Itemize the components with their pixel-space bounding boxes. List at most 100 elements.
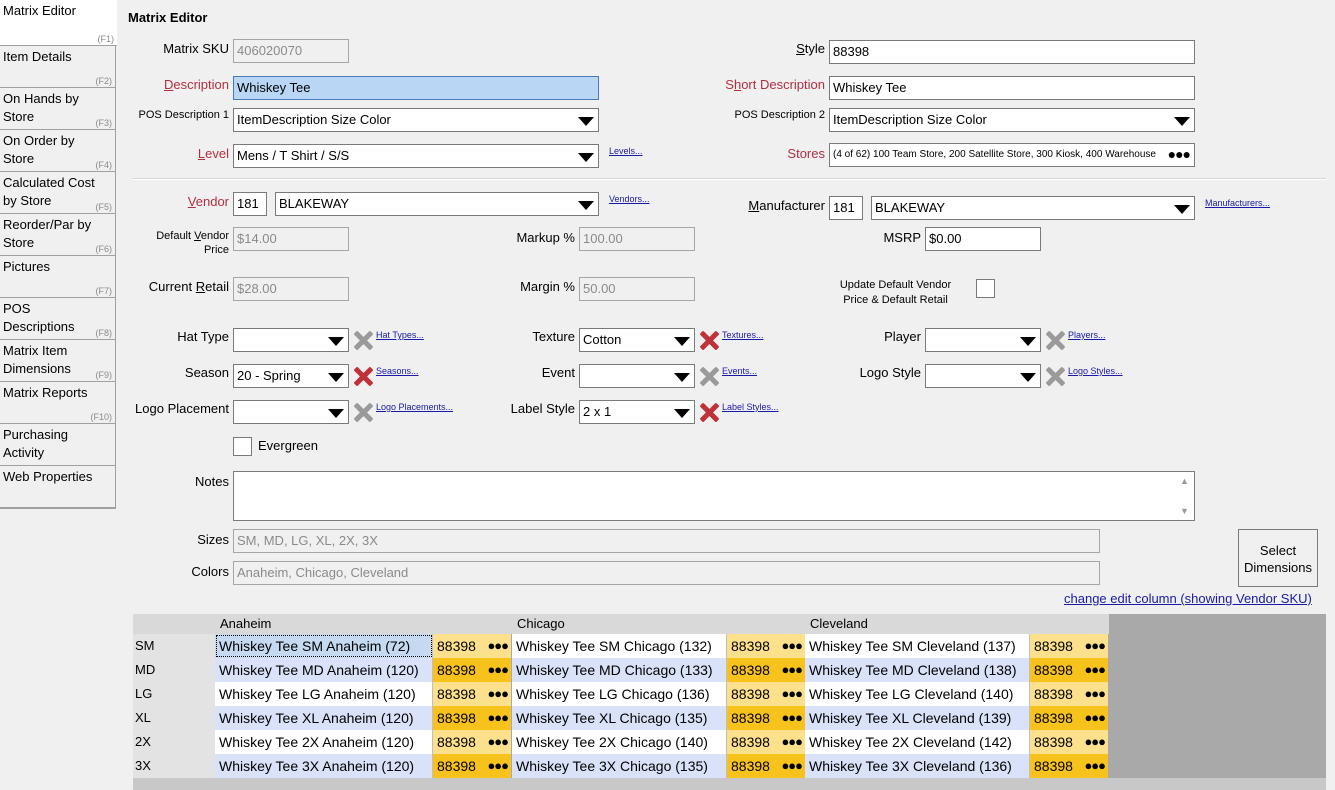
more-icon[interactable]: ●●●	[1084, 658, 1106, 682]
more-icon[interactable]: ●●●	[487, 730, 509, 754]
grid-cell-description[interactable]: Whiskey Tee MD Anaheim (120)	[215, 658, 433, 682]
grid-cell-description[interactable]: Whiskey Tee XL Chicago (135)	[512, 706, 727, 730]
more-icon[interactable]: ●●●	[781, 730, 803, 754]
manufacturer-code-field[interactable]: 181	[829, 196, 863, 220]
more-icon[interactable]: ●●●	[1084, 730, 1106, 754]
clear-logo-placement-icon[interactable]	[353, 402, 373, 422]
grid-cell-sku[interactable]: 88398 ●●●	[433, 682, 512, 706]
grid-cell-sku[interactable]: 88398 ●●●	[1030, 754, 1109, 778]
grid-cell-description[interactable]: Whiskey Tee SM Chicago (132)	[512, 634, 727, 658]
level-select[interactable]: Mens / T Shirt / S/S	[233, 144, 599, 168]
player-select[interactable]	[925, 328, 1041, 352]
texture-select[interactable]: Cotton	[579, 328, 695, 352]
grid-cell-description[interactable]: Whiskey Tee LG Anaheim (120)	[215, 682, 433, 706]
grid-cell-sku[interactable]: 88398 ●●●	[727, 706, 806, 730]
more-icon[interactable]: ●●●	[781, 682, 803, 706]
more-icon[interactable]: ●●●	[487, 754, 509, 778]
grid-cell-sku[interactable]: 88398 ●●●	[727, 634, 806, 658]
grid-cell-description[interactable]: Whiskey Tee LG Cleveland (140)	[805, 682, 1030, 706]
logo-placements-link[interactable]: Logo Placements...	[376, 402, 453, 412]
grid-cell-description[interactable]: Whiskey Tee MD Cleveland (138)	[805, 658, 1030, 682]
logo-style-select[interactable]	[925, 364, 1041, 388]
notes-field[interactable]: ▲ ▼	[233, 471, 1195, 521]
more-icon[interactable]: ●●●	[487, 658, 509, 682]
update-default-checkbox[interactable]	[976, 279, 995, 298]
vendor-code-field[interactable]: 181	[233, 192, 267, 216]
levels-link[interactable]: Levels...	[609, 146, 643, 156]
sidebar-tab[interactable]: Matrix Item Dimensions (F9)	[0, 340, 116, 382]
hat-type-select[interactable]	[233, 328, 349, 352]
more-icon[interactable]: ●●●	[1084, 682, 1106, 706]
grid-cell-description[interactable]: Whiskey Tee LG Chicago (136)	[512, 682, 727, 706]
grid-cell-sku[interactable]: 88398 ●●●	[433, 754, 512, 778]
stores-field[interactable]: (4 of 62) 100 Team Store, 200 Satellite …	[829, 143, 1195, 167]
evergreen-checkbox[interactable]	[233, 437, 252, 456]
grid-cell-description[interactable]: Whiskey Tee 3X Anaheim (120)	[215, 754, 433, 778]
manufacturer-select[interactable]: BLAKEWAY	[871, 196, 1195, 220]
grid-cell-description[interactable]: Whiskey Tee SM Cleveland (137)	[805, 634, 1030, 658]
logo-styles-link[interactable]: Logo Styles...	[1068, 366, 1123, 376]
grid-cell-description[interactable]: Whiskey Tee XL Cleveland (139)	[805, 706, 1030, 730]
scroll-up-icon[interactable]: ▲	[1180, 477, 1189, 486]
more-icon[interactable]: ●●●	[781, 634, 803, 658]
clear-logo-style-icon[interactable]	[1045, 366, 1065, 386]
sidebar-tab[interactable]: Matrix Reports (F10)	[0, 382, 116, 424]
msrp-field[interactable]: $0.00	[925, 227, 1041, 251]
vendors-link[interactable]: Vendors...	[609, 194, 650, 204]
more-icon[interactable]: ●●●	[487, 634, 509, 658]
grid-cell-sku[interactable]: 88398 ●●●	[727, 658, 806, 682]
grid-cell-description[interactable]: Whiskey Tee 2X Cleveland (142)	[805, 730, 1030, 754]
grid-cell-sku[interactable]: 88398 ●●●	[1030, 730, 1109, 754]
grid-cell-sku[interactable]: 88398 ●●●	[433, 730, 512, 754]
scroll-down-icon[interactable]: ▼	[1180, 507, 1189, 516]
more-icon[interactable]: ●●●	[487, 706, 509, 730]
events-link[interactable]: Events...	[722, 366, 757, 376]
grid-cell-description[interactable]: Whiskey Tee MD Chicago (133)	[512, 658, 727, 682]
more-icon[interactable]: ●●●	[1168, 144, 1191, 164]
textures-link[interactable]: Textures...	[722, 330, 764, 340]
style-field[interactable]: 88398	[829, 40, 1195, 64]
grid-cell-description[interactable]: Whiskey Tee XL Anaheim (120)	[215, 706, 433, 730]
sidebar-tab[interactable]: Item Details (F2)	[0, 46, 116, 88]
clear-player-icon[interactable]	[1045, 330, 1065, 350]
grid-cell-sku[interactable]: 88398 ●●●	[1030, 658, 1109, 682]
pos-desc2-select[interactable]: ItemDescription Size Color	[829, 108, 1195, 132]
more-icon[interactable]: ●●●	[487, 682, 509, 706]
grid-cell-sku[interactable]: 88398 ●●●	[1030, 682, 1109, 706]
select-dimensions-button[interactable]: Select Dimensions	[1238, 529, 1318, 587]
more-icon[interactable]: ●●●	[1084, 706, 1106, 730]
clear-event-icon[interactable]	[699, 366, 719, 386]
description-field[interactable]: Whiskey Tee	[233, 76, 599, 100]
hat-types-link[interactable]: Hat Types...	[376, 330, 424, 340]
clear-hat-type-icon[interactable]	[353, 330, 373, 350]
more-icon[interactable]: ●●●	[781, 706, 803, 730]
sidebar-tab[interactable]: Pictures (F7)	[0, 256, 116, 298]
sidebar-tab[interactable]: On Hands by Store (F3)	[0, 88, 116, 130]
sidebar-tab[interactable]: Reorder/Par by Store (F6)	[0, 214, 116, 256]
short-description-field[interactable]: Whiskey Tee	[829, 76, 1195, 100]
manufacturers-link[interactable]: Manufacturers...	[1205, 198, 1270, 208]
logo-placement-select[interactable]	[233, 400, 349, 424]
clear-label-style-icon[interactable]	[699, 402, 719, 422]
grid-scrollbar[interactable]	[133, 778, 1326, 790]
sidebar-tab[interactable]: On Order by Store (F4)	[0, 130, 116, 172]
sidebar-tab[interactable]: Matrix Editor (F1)	[0, 0, 117, 46]
sidebar-tab[interactable]: POS Descriptions (F8)	[0, 298, 116, 340]
grid-cell-sku[interactable]: 88398 ●●●	[433, 706, 512, 730]
grid-cell-sku[interactable]: 88398 ●●●	[727, 682, 806, 706]
grid-cell-description[interactable]: Whiskey Tee 2X Anaheim (120)	[215, 730, 433, 754]
grid-cell-description[interactable]: Whiskey Tee 3X Cleveland (136)	[805, 754, 1030, 778]
grid-cell-description[interactable]: Whiskey Tee SM Anaheim (72)	[215, 634, 433, 658]
label-style-select[interactable]: 2 x 1	[579, 400, 695, 424]
more-icon[interactable]: ●●●	[1084, 754, 1106, 778]
sidebar-tab[interactable]: Purchasing Activity	[0, 424, 116, 466]
label-styles-link[interactable]: Label Styles...	[722, 402, 779, 412]
grid-cell-sku[interactable]: 88398 ●●●	[727, 730, 806, 754]
pos-desc1-select[interactable]: ItemDescription Size Color	[233, 108, 599, 132]
change-edit-column-link[interactable]: change edit column (showing Vendor SKU)	[1064, 591, 1312, 606]
grid-cell-sku[interactable]: 88398 ●●●	[1030, 706, 1109, 730]
grid-cell-sku[interactable]: 88398 ●●●	[433, 634, 512, 658]
players-link[interactable]: Players...	[1068, 330, 1106, 340]
seasons-link[interactable]: Seasons...	[376, 366, 419, 376]
season-select[interactable]: 20 - Spring	[233, 364, 349, 388]
